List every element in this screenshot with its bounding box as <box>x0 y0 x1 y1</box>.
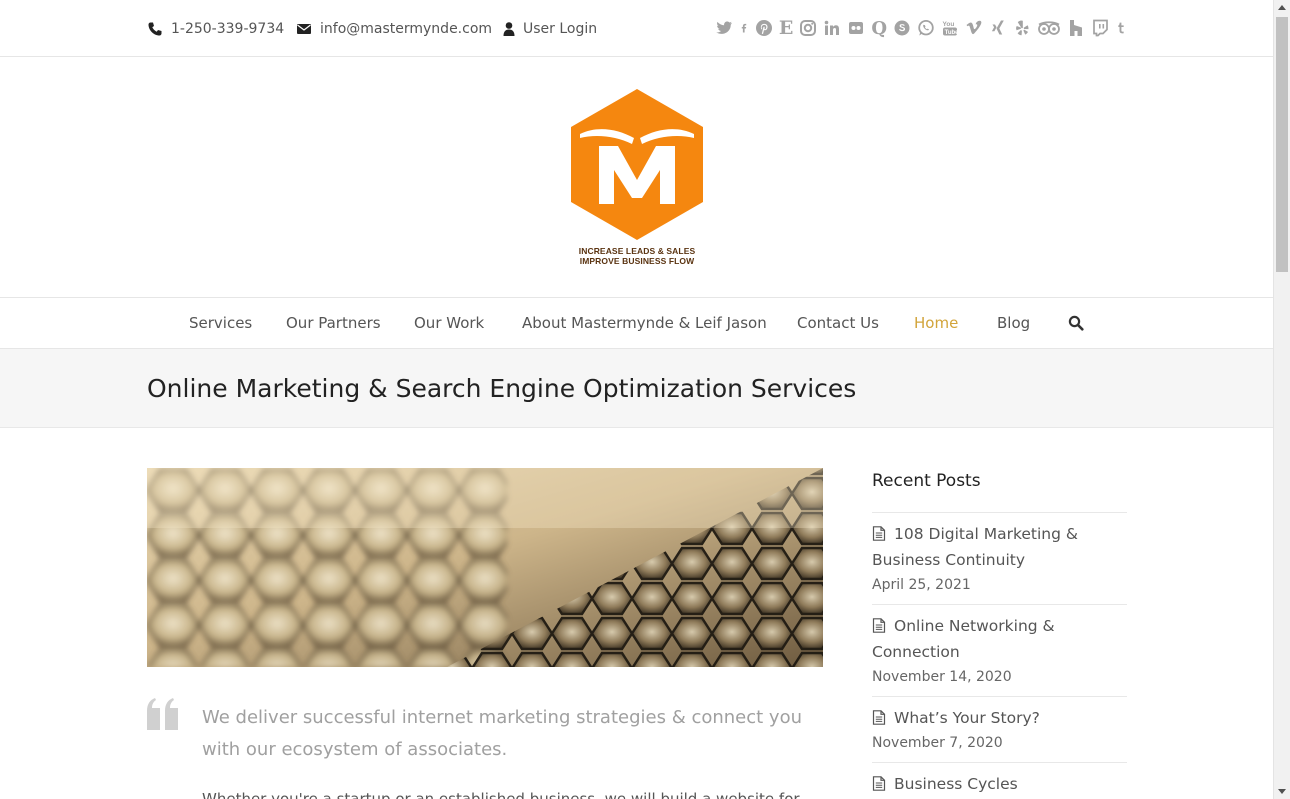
social-links: E Q You Tube <box>709 16 1127 40</box>
email-contact[interactable]: info@mastermynde.com <box>296 19 492 39</box>
pinterest-icon[interactable] <box>755 16 773 40</box>
vimeo-icon[interactable] <box>965 16 983 40</box>
scroll-down-arrow[interactable] <box>1278 789 1286 794</box>
instagram-icon[interactable] <box>799 16 817 40</box>
nav-our-partners[interactable]: Our Partners <box>286 314 381 332</box>
whatsapp-icon[interactable] <box>917 16 935 40</box>
recent-post-link[interactable]: Online Networking & Connection <box>872 613 1127 665</box>
recent-post-title[interactable]: What’s Your Story? <box>894 709 1040 727</box>
page-title: Online Marketing & Search Engine Optimiz… <box>147 374 857 403</box>
page-scrollbar[interactable] <box>1273 0 1290 799</box>
phone-contact[interactable]: 1-250-339-9734 <box>147 19 284 39</box>
nav-about[interactable]: About Mastermynde & Leif Jason <box>522 314 767 332</box>
scrollbar-thumb[interactable] <box>1276 17 1288 272</box>
recent-post-link[interactable]: 108 Digital Marketing & Business Continu… <box>872 521 1127 573</box>
document-icon <box>872 618 886 633</box>
document-icon <box>872 526 886 541</box>
recent-post-item: What’s Your Story? November 7, 2020 <box>872 696 1127 751</box>
recent-post-link[interactable]: Business Cycles <box>872 771 1127 797</box>
main-navigation: Services Our Partners Our Work About Mas… <box>0 297 1273 349</box>
hero-image <box>147 468 823 667</box>
logo-tagline: INCREASE LEADS & SALES IMPROVE BUSINESS … <box>560 246 714 266</box>
email-address[interactable]: info@mastermynde.com <box>320 21 492 37</box>
body-text: Whether you're a startup or an establish… <box>202 790 800 799</box>
flickr-icon[interactable] <box>847 16 865 40</box>
quote-icon <box>146 697 180 731</box>
linkedin-icon[interactable] <box>823 16 841 40</box>
scroll-up-arrow[interactable] <box>1278 5 1286 10</box>
phone-number[interactable]: 1-250-339-9734 <box>171 21 284 37</box>
skype-icon[interactable] <box>893 16 911 40</box>
nav-home[interactable]: Home <box>914 314 958 332</box>
yelp-icon[interactable] <box>1013 16 1031 40</box>
nav-blog[interactable]: Blog <box>997 314 1030 332</box>
quora-icon[interactable]: Q <box>871 16 887 40</box>
page-title-band: Online Marketing & Search Engine Optimiz… <box>0 349 1273 428</box>
houzz-icon[interactable] <box>1067 16 1085 40</box>
recent-post-item: 108 Digital Marketing & Business Continu… <box>872 512 1127 593</box>
recent-post-date: November 7, 2020 <box>872 735 1003 751</box>
etsy-icon[interactable]: E <box>779 16 793 40</box>
intro-quote: We deliver successful internet marketing… <box>202 707 802 760</box>
tagline-line-2: IMPROVE BUSINESS FLOW <box>579 256 695 266</box>
phone-icon <box>147 21 163 37</box>
facebook-icon[interactable] <box>739 16 749 40</box>
twitch-icon[interactable] <box>1091 16 1109 40</box>
svg-text:You: You <box>943 21 955 28</box>
user-login-link[interactable]: User Login <box>503 19 597 39</box>
nav-contact-us[interactable]: Contact Us <box>797 314 879 332</box>
search-icon[interactable] <box>1068 315 1084 331</box>
tumblr-icon[interactable] <box>1115 16 1127 40</box>
recent-post-title[interactable]: 108 Digital Marketing & Business Continu… <box>872 525 1078 569</box>
envelope-icon <box>296 21 312 37</box>
tripadvisor-icon[interactable] <box>1037 16 1061 40</box>
document-icon <box>872 710 886 725</box>
nav-our-work[interactable]: Our Work <box>414 314 484 332</box>
user-login-label[interactable]: User Login <box>523 21 597 37</box>
twitter-icon[interactable] <box>715 16 733 40</box>
recent-post-link[interactable]: What’s Your Story? <box>872 705 1127 731</box>
recent-post-item: Business Cycles <box>872 762 1127 797</box>
recent-post-date: November 14, 2020 <box>872 669 1012 685</box>
recent-posts-heading: Recent Posts <box>872 471 981 491</box>
user-icon <box>503 21 515 37</box>
xing-icon[interactable] <box>989 16 1007 40</box>
site-logo[interactable] <box>566 86 708 270</box>
recent-post-item: Online Networking & Connection November … <box>872 604 1127 685</box>
tagline-line-1: INCREASE LEADS & SALES <box>578 246 696 256</box>
recent-post-date: April 25, 2021 <box>872 577 971 593</box>
youtube-icon[interactable]: You Tube <box>941 16 960 40</box>
recent-post-title[interactable]: Online Networking & Connection <box>872 617 1055 661</box>
nav-services[interactable]: Services <box>189 314 252 332</box>
recent-post-title[interactable]: Business Cycles <box>894 775 1018 793</box>
document-icon <box>872 776 886 791</box>
svg-text:Tube: Tube <box>945 30 959 36</box>
top-bar: 1-250-339-9734 info@mastermynde.com User… <box>0 0 1273 57</box>
